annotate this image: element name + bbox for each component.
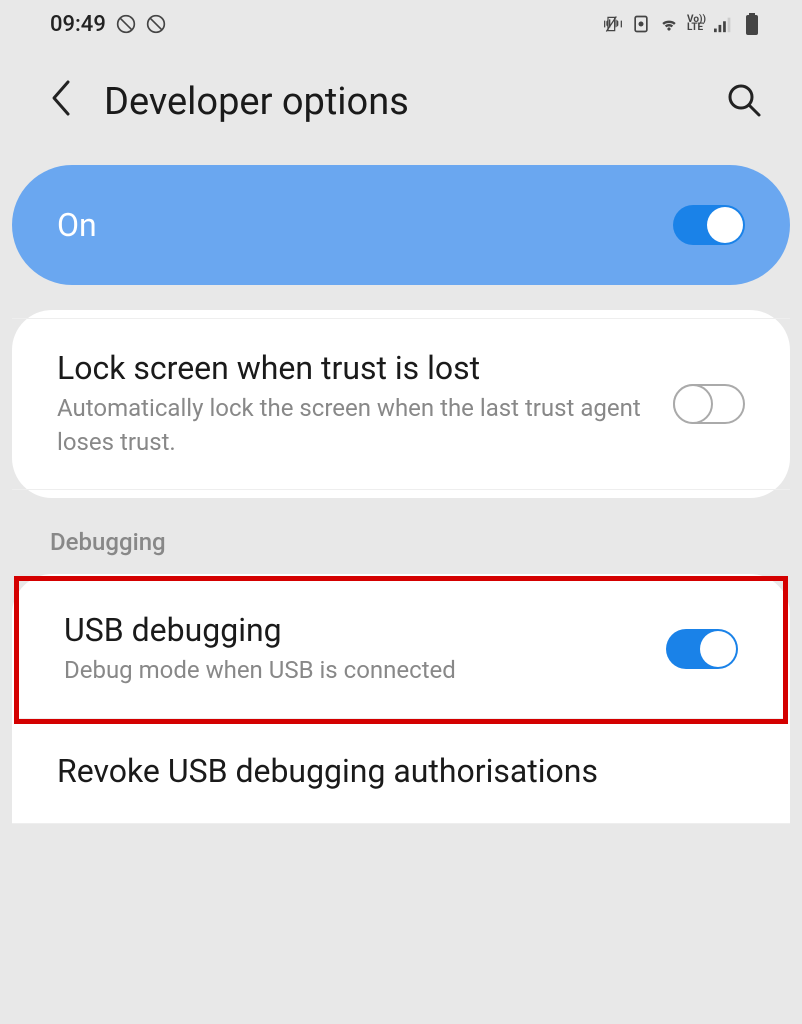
- back-button[interactable]: [50, 78, 74, 125]
- master-toggle-label: On: [57, 206, 97, 244]
- signal-icon: [714, 14, 734, 34]
- notification-icon-2: [146, 14, 166, 34]
- setting-title: USB debugging: [64, 611, 646, 649]
- revoke-usb-debugging-authorisations[interactable]: Revoke USB debugging authorisations: [12, 724, 790, 824]
- status-time: 09:49: [50, 12, 106, 37]
- lock-screen-when-trust-lost[interactable]: Lock screen when trust is lost Automatic…: [12, 318, 790, 490]
- setting-title: Revoke USB debugging authorisations: [57, 752, 745, 790]
- setting-description: Automatically lock the screen when the l…: [57, 392, 653, 459]
- lock-screen-toggle-switch[interactable]: [673, 384, 745, 424]
- vibrate-icon: [603, 14, 623, 34]
- app-header: Developer options: [0, 48, 802, 160]
- settings-card-1: Lock screen when trust is lost Automatic…: [12, 310, 790, 498]
- wifi-icon: [659, 14, 679, 34]
- section-header-debugging: Debugging: [0, 498, 802, 574]
- volte-icon: Vo))LTE: [687, 16, 706, 32]
- highlight-box: USB debugging Debug mode when USB is con…: [14, 576, 788, 724]
- search-button[interactable]: [726, 82, 762, 122]
- developer-options-master-toggle[interactable]: On: [12, 165, 790, 285]
- notification-icon-1: [116, 14, 136, 34]
- usb-debugging[interactable]: USB debugging Debug mode when USB is con…: [19, 581, 783, 719]
- data-saver-icon: [631, 14, 651, 34]
- setting-title: Lock screen when trust is lost: [57, 349, 653, 387]
- battery-icon: [742, 14, 762, 34]
- settings-card-debugging: USB debugging Debug mode when USB is con…: [12, 574, 790, 824]
- status-bar: 09:49 Vo))LTE: [0, 0, 802, 48]
- usb-debugging-toggle-switch[interactable]: [666, 629, 738, 669]
- master-toggle-switch[interactable]: [673, 205, 745, 245]
- setting-description: Debug mode when USB is connected: [64, 654, 646, 688]
- page-title: Developer options: [104, 80, 696, 124]
